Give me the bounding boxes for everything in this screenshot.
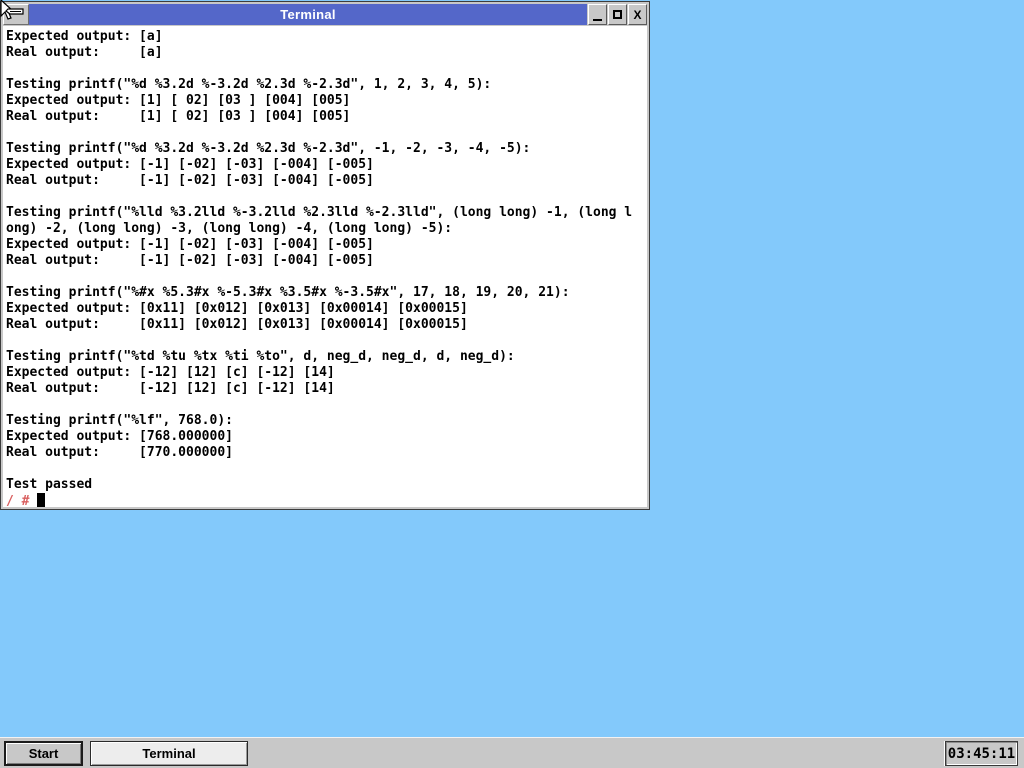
- titlebar[interactable]: Terminal X: [3, 4, 647, 25]
- window-menu-button[interactable]: [3, 4, 29, 25]
- terminal-line: Testing printf("%d %3.2d %-3.2d %2.3d %-…: [6, 141, 647, 157]
- minimize-button[interactable]: [588, 4, 607, 25]
- terminal-line: Real output: [-1] [-02] [-03] [-004] [-0…: [6, 173, 647, 189]
- terminal-line: Real output: [a]: [6, 45, 647, 61]
- shell-prompt: / #: [6, 494, 29, 507]
- minimize-icon: [593, 19, 602, 21]
- terminal-line: [6, 61, 647, 77]
- terminal-line: [6, 397, 647, 413]
- maximize-icon: [613, 10, 622, 19]
- terminal-line: Test passed: [6, 477, 647, 493]
- terminal-output[interactable]: Expected output: [a]Real output: [a] Test…: [3, 26, 647, 507]
- terminal-line: Testing printf("%lf", 768.0):: [6, 413, 647, 429]
- terminal-line: Expected output: [-12] [12] [c] [-12] [1…: [6, 365, 647, 381]
- terminal-line: Real output: [-1] [-02] [-03] [-004] [-0…: [6, 253, 647, 269]
- terminal-line: [6, 269, 647, 285]
- terminal-window: Terminal X Expected output: [a]Real outp…: [0, 1, 650, 510]
- taskbar: Start Terminal 03:45:11: [0, 737, 1024, 768]
- terminal-line: Testing printf("%lld %3.2lld %-3.2lld %2…: [6, 205, 647, 221]
- window-title: Terminal: [29, 4, 587, 25]
- terminal-line: [6, 333, 647, 349]
- terminal-line: [6, 189, 647, 205]
- prompt-line: / #: [6, 493, 647, 507]
- terminal-line: [6, 125, 647, 141]
- taskbar-item-terminal[interactable]: Terminal: [90, 741, 248, 766]
- terminal-lines: Expected output: [a]Real output: [a] Test…: [6, 29, 647, 493]
- terminal-line: Testing printf("%#x %5.3#x %-5.3#x %3.5#…: [6, 285, 647, 301]
- terminal-line: Real output: [770.000000]: [6, 445, 647, 461]
- start-button[interactable]: Start: [4, 741, 83, 766]
- terminal-line: Expected output: [-1] [-02] [-03] [-004]…: [6, 157, 647, 173]
- close-button[interactable]: X: [628, 4, 647, 25]
- terminal-line: Expected output: [1] [ 02] [03 ] [004] […: [6, 93, 647, 109]
- terminal-line: Expected output: [a]: [6, 29, 647, 45]
- terminal-line: Testing printf("%td %tu %tx %ti %to", d,…: [6, 349, 647, 365]
- maximize-button[interactable]: [608, 4, 627, 25]
- text-cursor: [37, 493, 45, 507]
- terminal-line: [6, 461, 647, 477]
- terminal-line: Real output: [-12] [12] [c] [-12] [14]: [6, 381, 647, 397]
- close-icon: X: [633, 9, 641, 21]
- terminal-line: Expected output: [768.000000]: [6, 429, 647, 445]
- terminal-line: Testing printf("%d %3.2d %-3.2d %2.3d %-…: [6, 77, 647, 93]
- terminal-line: Expected output: [0x11] [0x012] [0x013] …: [6, 301, 647, 317]
- terminal-line: Real output: [1] [ 02] [03 ] [004] [005]: [6, 109, 647, 125]
- terminal-line: Real output: [0x11] [0x012] [0x013] [0x0…: [6, 317, 647, 333]
- desktop: Terminal X Expected output: [a]Real outp…: [0, 0, 1024, 768]
- terminal-line: Expected output: [-1] [-02] [-03] [-004]…: [6, 237, 647, 253]
- taskbar-clock: 03:45:11: [945, 741, 1018, 766]
- terminal-line: ong) -2, (long long) -3, (long long) -4,…: [6, 221, 647, 237]
